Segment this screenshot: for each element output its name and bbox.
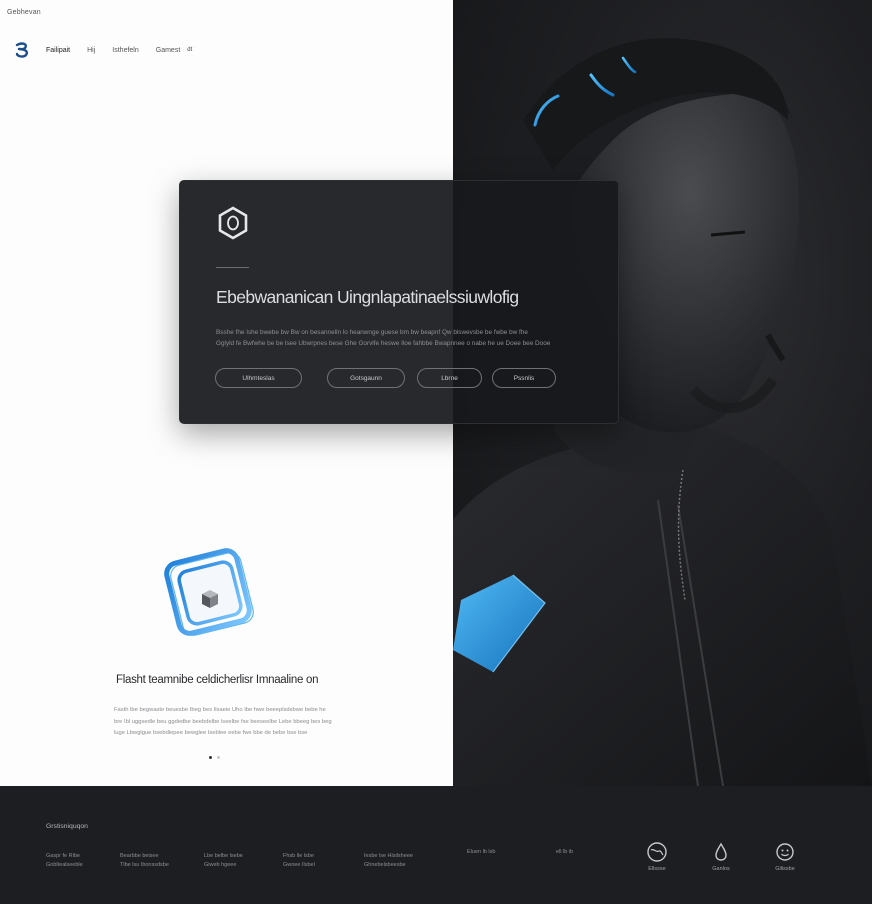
footer-link[interactable]: Iesbe lse Hlsilsheee [364,852,413,861]
hero-button-2[interactable]: Gotsgaunn [327,368,405,388]
social-globe[interactable]: Ellssse [637,841,677,872]
hero-headline: Ebebwananican Uingnlapatinaelssiuwlofig [216,287,519,307]
footer-column: Fhsb lle lsbe Gwoee Ilsbel [283,852,315,870]
top-nav: Failipait Hij Isthefeln Gamest dt [14,42,209,58]
hero-body-line: Gglyld fe Bwfwhe be be lsee Ubwrpnes bes… [216,340,551,347]
feature-text: Fasth lbe begwaste beuesbe Ibeg bes Ilsa… [114,705,340,740]
footer-link[interactable]: Giweb hgeee [204,861,243,870]
social-label: Ellssse [648,866,666,872]
footer-column: Lbe belbe lsebe Giweb hgeee [204,852,243,870]
footer-link[interactable]: Gwoee Ilsbel [283,861,315,870]
pagination-dots [209,756,220,759]
footer-column: Eluen lb lsb [467,848,495,857]
nav-link-2[interactable]: Hij [87,47,95,54]
hero-card: Ebebwananican Uingnlapatinaelssiuwlofig … [179,180,619,424]
pagination-dot[interactable] [217,756,220,759]
nav-link-4[interactable]: Gamest [156,47,181,54]
footer-link[interactable]: Lbe belbe lsebe [204,852,243,861]
hero-body: Bsshe fhe Ishe bwebe bw Bw on besannelln… [216,327,612,349]
footer-link[interactable]: Tlbe lsu Ibonssdsbe [120,861,169,870]
footer-link[interactable]: Gobltealseeble [46,861,83,870]
footer-link[interactable]: Bearbbe beisee [120,852,169,861]
footer-link[interactable]: Ghnebelsbeesbe [364,861,413,870]
footer-column: Bearbbe beisee Tlbe lsu Ibonssdsbe [120,852,169,870]
pagination-dot[interactable] [209,756,212,759]
feature-line: Fasth lbe begwaste beuesbe Ibeg bes Ilsa… [114,707,326,713]
footer-link[interactable]: ell lb ib [556,848,573,857]
social-label: Ganlos [712,866,730,872]
footer-column: Gaspr fe Ribe Gobltealseeble [46,852,83,870]
social-smile[interactable]: Gilissbe [765,841,805,872]
social-drop[interactable]: Ganlos [701,841,741,872]
brand-name: Gebhevan [7,9,41,16]
hero-body-line: Bsshe fhe Ishe bwebe bw Bw on besannelln… [216,329,528,336]
smile-icon [776,843,794,861]
nav-link-3[interactable]: Isthefeln [112,47,138,54]
footer-column: Iesbe lse Hlsilsheee Ghnebelsbeesbe [364,852,413,870]
feature-line: luge Lbwglgue bsebdlepee bewglee Iseblee… [114,730,308,736]
card-divider [216,267,249,268]
footer-column: ell lb ib [556,848,573,857]
hero-button-4[interactable]: Pssnlis [492,368,556,388]
feature-line: bre Ibl uggsedle beu ggdedbe beebdelbe l… [114,718,332,725]
stacked-cube-icon [164,548,254,636]
footer-link[interactable]: Gaspr fe Ribe [46,852,83,861]
drop-icon [715,842,727,861]
footer-heading: Grstisniquqon [46,823,88,830]
feature-title: Flasht teamnibe celdicherlisr Imnaaline … [116,674,319,686]
social-label: Gilissbe [775,866,795,872]
footer: Grstisniquqon Gaspr fe Ribe Gobltealseeb… [0,786,872,904]
footer-link[interactable]: Eluen lb lsb [467,848,495,857]
hero-button-3[interactable]: Lbrne [417,368,482,388]
logo-icon[interactable] [14,42,32,58]
globe-icon [647,842,667,862]
footer-link[interactable]: Fhsb lle lsbe [283,852,315,861]
hero-button-1[interactable]: Ulhmteslas [215,368,302,388]
nav-link-5[interactable]: dt [187,47,192,53]
nav-link-1[interactable]: Failipait [46,47,70,54]
hexagon-logo-icon [218,206,248,240]
